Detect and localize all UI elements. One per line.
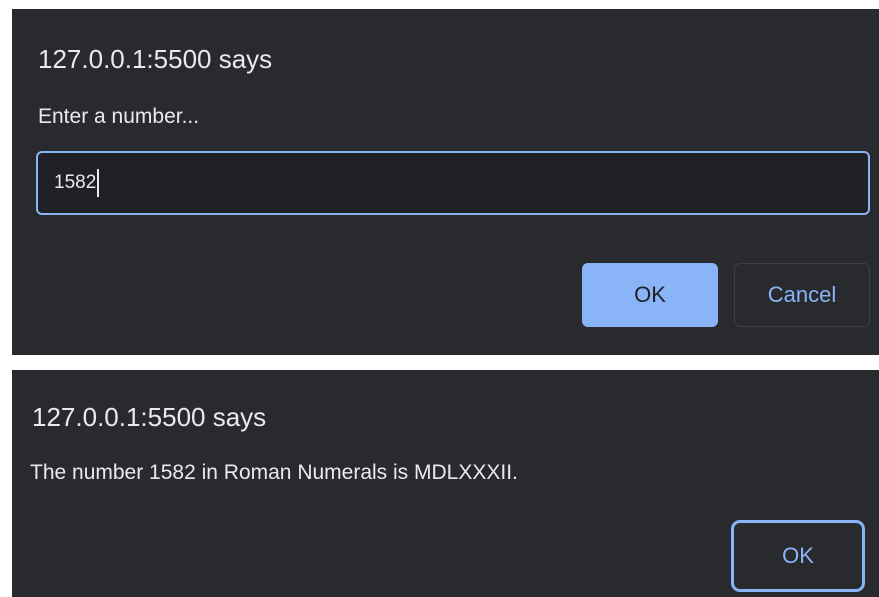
dialog-title: 127.0.0.1:5500 says	[32, 402, 267, 432]
text-caret	[97, 169, 100, 197]
ok-button[interactable]: OK	[582, 263, 718, 327]
alert-dialog: 127.0.0.1:5500 says The number 1582 in R…	[12, 370, 879, 597]
cancel-button[interactable]: Cancel	[734, 263, 870, 327]
input-value: 1582	[54, 172, 97, 193]
dialog-message: The number 1582 in Roman Numerals is MDL…	[30, 461, 518, 484]
dialog-message: Enter a number...	[38, 105, 200, 128]
prompt-dialog: 127.0.0.1:5500 says Enter a number... 15…	[12, 9, 879, 355]
ok-button[interactable]: OK	[734, 523, 862, 589]
dialog-title: 127.0.0.1:5500 says	[38, 44, 273, 74]
number-input[interactable]: 1582	[36, 151, 870, 215]
